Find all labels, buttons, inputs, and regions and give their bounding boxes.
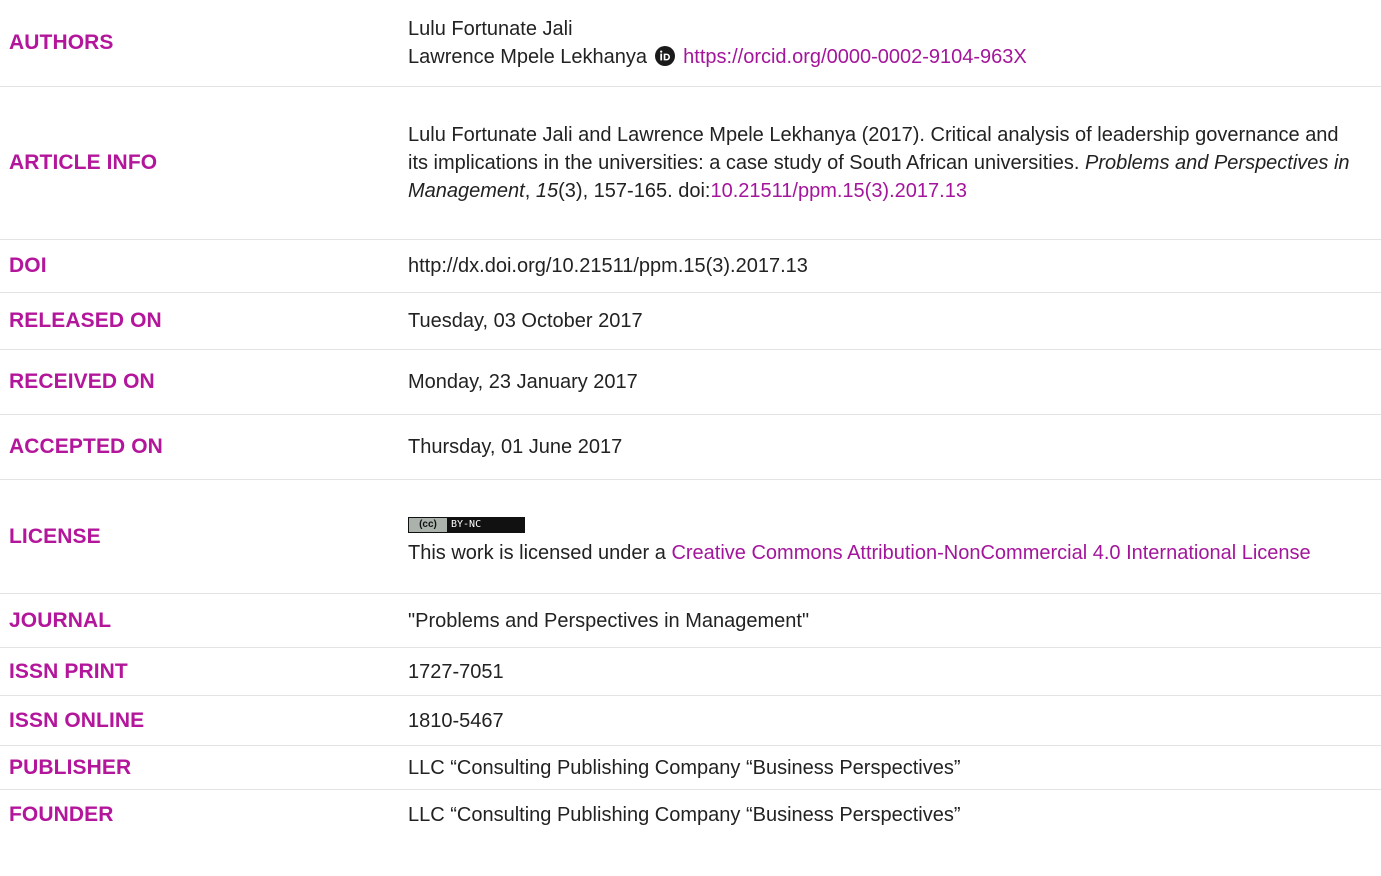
- license-value: (cc) BY-NC This work is licensed under a…: [408, 507, 1381, 567]
- cc-by-nc-badge[interactable]: (cc) BY-NC: [408, 516, 525, 533]
- citation-issue-pages: (3), 157-165. doi:: [558, 180, 711, 202]
- row-doi: DOI http://dx.doi.org/10.21511/ppm.15(3)…: [0, 240, 1381, 293]
- released-on-label: RELEASED ON: [9, 309, 162, 332]
- publisher-value: LLC “Consulting Publishing Company “Busi…: [408, 756, 961, 779]
- issn-print-label: ISSN PRINT: [9, 659, 128, 683]
- license-label: LICENSE: [9, 524, 101, 548]
- row-authors: AUTHORS Lulu Fortunate Jali Lawrence Mpe…: [0, 0, 1381, 87]
- citation-comma: ,: [524, 180, 536, 202]
- row-issn-print: ISSN PRINT 1727-7051: [0, 648, 1381, 696]
- authors-value: Lulu Fortunate Jali Lawrence Mpele Lekha…: [408, 15, 1381, 71]
- doi-value: http://dx.doi.org/10.21511/ppm.15(3).201…: [408, 255, 808, 277]
- author-2: Lawrence Mpele Lekhanya: [408, 46, 648, 68]
- orcid-icon[interactable]: [654, 46, 675, 66]
- journal-label: JOURNAL: [9, 608, 112, 632]
- issn-print-value: 1727-7051: [408, 660, 504, 683]
- received-on-value: Monday, 23 January 2017: [408, 371, 638, 393]
- article-info-label: ARTICLE INFO: [9, 151, 158, 174]
- cc-badge-left: (cc): [409, 517, 447, 532]
- accepted-on-label: ACCEPTED ON: [9, 435, 163, 458]
- row-license: LICENSE (cc) BY-NC This work is licensed…: [0, 480, 1381, 594]
- received-on-label: RECEIVED ON: [9, 370, 155, 393]
- issn-online-value: 1810-5467: [408, 709, 504, 732]
- issn-online-label: ISSN ONLINE: [9, 708, 145, 732]
- row-accepted-on: ACCEPTED ON Thursday, 01 June 2017: [0, 415, 1381, 480]
- row-publisher: PUBLISHER LLC “Consulting Publishing Com…: [0, 746, 1381, 790]
- orcid-link[interactable]: https://orcid.org/0000-0002-9104-963X: [683, 46, 1027, 68]
- released-on-value: Tuesday, 03 October 2017: [408, 310, 643, 332]
- row-issn-online: ISSN ONLINE 1810-5467: [0, 696, 1381, 746]
- publisher-label: PUBLISHER: [9, 755, 132, 779]
- row-article-info: ARTICLE INFO Lulu Fortunate Jali and Law…: [0, 87, 1381, 240]
- row-founder: FOUNDER LLC “Consulting Publishing Compa…: [0, 790, 1381, 840]
- row-received-on: RECEIVED ON Monday, 23 January 2017: [0, 350, 1381, 415]
- journal-value: "Problems and Perspectives in Management…: [408, 609, 810, 632]
- author-1: Lulu Fortunate Jali: [408, 18, 573, 40]
- cc-badge-right: BY-NC: [451, 518, 482, 530]
- authors-label: AUTHORS: [9, 31, 114, 54]
- row-journal: JOURNAL "Problems and Perspectives in Ma…: [0, 594, 1381, 648]
- row-released-on: RELEASED ON Tuesday, 03 October 2017: [0, 293, 1381, 350]
- citation-volume: 15: [535, 180, 559, 202]
- founder-value: LLC “Consulting Publishing Company “Busi…: [408, 804, 961, 826]
- article-info-value: Lulu Fortunate Jali and Lawrence Mpele L…: [408, 121, 1381, 205]
- author-2-line: Lawrence Mpele Lekhanya https://orcid.or…: [408, 43, 1351, 71]
- license-text-block: This work is licensed under a Creative C…: [408, 539, 1351, 567]
- doi-label: DOI: [9, 254, 47, 277]
- accepted-on-value: Thursday, 01 June 2017: [408, 436, 623, 458]
- citation-doi-link[interactable]: 10.21511/ppm.15(3).2017.13: [710, 180, 967, 202]
- founder-label: FOUNDER: [9, 803, 114, 826]
- license-text: This work is licensed under a: [408, 541, 672, 564]
- article-info-table: AUTHORS Lulu Fortunate Jali Lawrence Mpe…: [0, 0, 1381, 840]
- license-link[interactable]: Creative Commons Attribution-NonCommerci…: [671, 542, 1310, 564]
